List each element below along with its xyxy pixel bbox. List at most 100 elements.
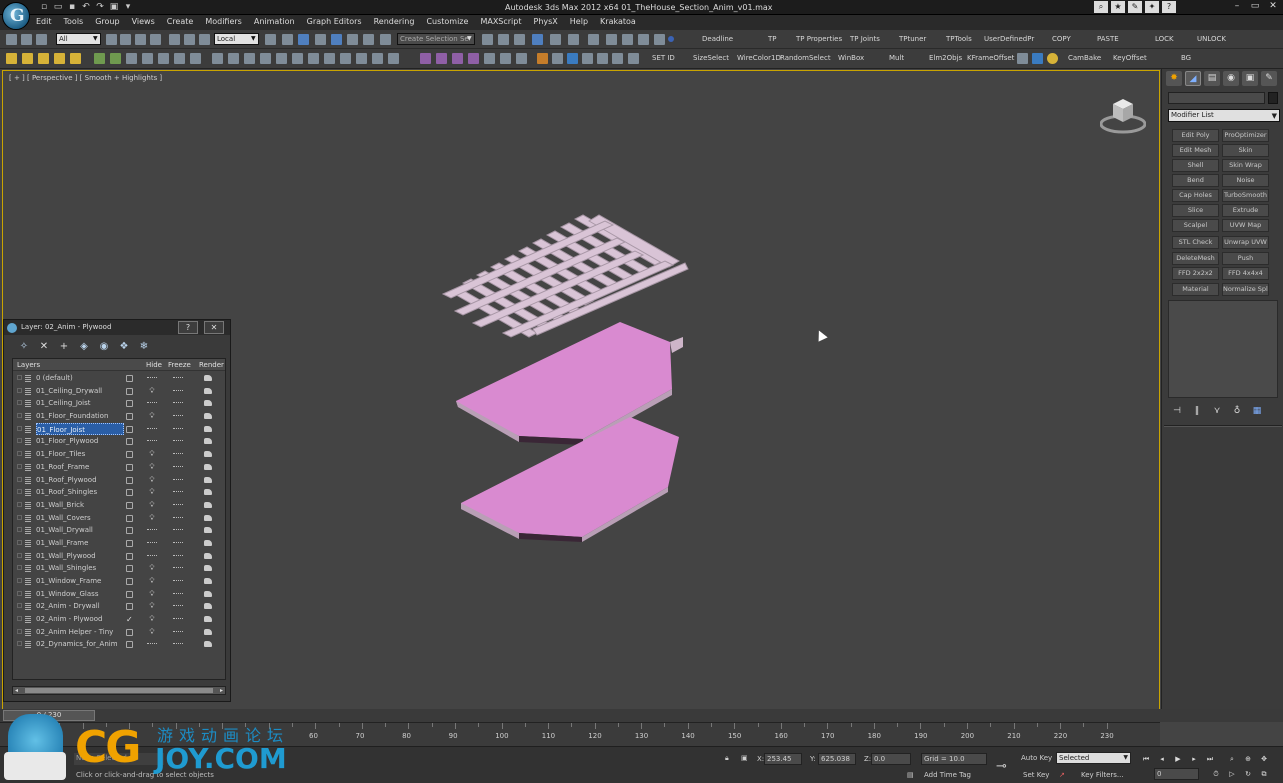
freeze-toggle-icon[interactable] bbox=[173, 503, 183, 506]
layer-row[interactable]: 02_Anim - Drywall 💡︎ bbox=[13, 600, 225, 613]
freeze-toggle-icon[interactable] bbox=[173, 618, 183, 620]
expand-toggle-icon[interactable] bbox=[17, 527, 22, 533]
render-setup-icon[interactable] bbox=[606, 34, 617, 45]
render-teapot-icon[interactable] bbox=[204, 603, 212, 610]
time-config-icon[interactable]: ⏱ bbox=[1210, 769, 1222, 780]
modifier-button[interactable]: Normalize Spl. bbox=[1222, 283, 1269, 296]
undo-icon[interactable]: ↶ bbox=[80, 2, 92, 13]
layer-dialog-titlebar[interactable]: Layer: 02_Anim - Plywood ? ✕ bbox=[4, 320, 230, 335]
select-highlighted-icon[interactable]: ◈ bbox=[76, 341, 92, 353]
current-layer-toggle[interactable] bbox=[126, 375, 133, 382]
align-tool-icon-1[interactable] bbox=[212, 53, 223, 64]
layer-name[interactable]: 02_Anim - Drywall bbox=[36, 600, 104, 612]
help-icon[interactable]: ? bbox=[1162, 1, 1176, 13]
tool-icon-6[interactable] bbox=[612, 53, 623, 64]
render-teapot-icon[interactable] bbox=[204, 578, 212, 584]
modifier-button[interactable]: Noise bbox=[1222, 174, 1269, 187]
render-icon[interactable] bbox=[638, 34, 649, 45]
layer-row[interactable]: 01_Wall_Frame bbox=[13, 537, 225, 550]
tool-icon-5[interactable] bbox=[597, 53, 608, 64]
layer-tool-icon-7[interactable] bbox=[190, 53, 201, 64]
help-button[interactable]: ? bbox=[178, 321, 198, 334]
cambake-button[interactable]: CamBake bbox=[1068, 54, 1101, 62]
expand-toggle-icon[interactable] bbox=[17, 489, 22, 495]
visible-dash-icon[interactable] bbox=[147, 529, 157, 531]
align-tool-icon-12[interactable] bbox=[388, 53, 399, 64]
modifier-button[interactable]: Cap Holes bbox=[1172, 189, 1219, 202]
visible-dash-icon[interactable] bbox=[147, 643, 157, 645]
current-layer-toggle[interactable] bbox=[126, 438, 133, 446]
star-icon[interactable]: ★ bbox=[1111, 1, 1125, 13]
modifier-list-dropdown[interactable]: Modifier List ▼ bbox=[1168, 109, 1280, 122]
current-layer-toggle[interactable] bbox=[126, 514, 133, 522]
render-teapot-icon[interactable] bbox=[204, 616, 212, 623]
modifier-button[interactable]: UVW Map bbox=[1222, 219, 1269, 232]
tp-button[interactable]: TP bbox=[768, 35, 777, 43]
edit-named-selection-icon[interactable] bbox=[380, 34, 391, 45]
layer-name[interactable]: 01_Window_Glass bbox=[36, 588, 102, 600]
script-icon-2[interactable] bbox=[22, 53, 33, 64]
layer-name[interactable]: 01_Floor_Foundation bbox=[36, 410, 112, 422]
hidden-bulb-icon[interactable]: 💡︎ bbox=[148, 577, 156, 585]
render-teapot-icon[interactable] bbox=[204, 438, 212, 445]
render-teapot-icon[interactable] bbox=[204, 565, 212, 572]
app-logo-icon[interactable]: G bbox=[2, 2, 30, 30]
layer-tool-icon-1[interactable] bbox=[94, 53, 105, 64]
winbox-button[interactable]: WinBox bbox=[838, 54, 864, 62]
freeze-toggle-icon[interactable] bbox=[173, 478, 183, 481]
dropdown-arrow-icon[interactable]: ▾ bbox=[122, 2, 134, 13]
layer-row[interactable]: 01_Wall_Covers 💡︎ bbox=[13, 512, 225, 525]
layer-row[interactable]: 02_Anim - Plywood ✓ 💡︎ bbox=[13, 613, 225, 626]
horizontal-scrollbar[interactable]: ◂ ▸ bbox=[12, 686, 226, 695]
current-layer-toggle[interactable] bbox=[126, 501, 133, 509]
next-frame-icon[interactable]: ▸ bbox=[1188, 754, 1200, 765]
show-end-result-icon[interactable]: ‖ bbox=[1190, 405, 1204, 417]
copy-button[interactable]: COPY bbox=[1052, 35, 1071, 43]
selection-lock-icon[interactable]: 🔒︎ bbox=[725, 754, 729, 763]
modifier-button[interactable]: TurboSmooth bbox=[1222, 189, 1269, 202]
layer-row[interactable]: 02_Dynamics_for_Anim bbox=[13, 638, 225, 651]
layer-row[interactable]: 01_Wall_Brick 💡︎ bbox=[13, 499, 225, 512]
hierarchy-tab-icon[interactable]: ▤ bbox=[1204, 71, 1220, 86]
rendered-frame-icon[interactable] bbox=[622, 34, 633, 45]
modifier-button[interactable]: DeleteMesh bbox=[1172, 252, 1219, 265]
modify-tab-icon[interactable]: ◢ bbox=[1185, 71, 1201, 86]
layer-name[interactable]: 0 (default) bbox=[36, 372, 77, 384]
column-header-layers[interactable]: Layers bbox=[17, 361, 40, 369]
layer-row[interactable]: 01_Roof_Shingles 💡︎ bbox=[13, 486, 225, 499]
modifier-button[interactable]: FFD 2x2x2 bbox=[1172, 267, 1219, 280]
current-layer-toggle[interactable] bbox=[126, 641, 133, 649]
freeze-toggle-icon[interactable] bbox=[173, 415, 183, 417]
layer-row[interactable]: 01_Floor_Foundation 💡︎ bbox=[13, 410, 225, 423]
current-layer-toggle[interactable] bbox=[126, 400, 133, 408]
tool-icon-4[interactable] bbox=[582, 53, 593, 64]
render-teapot-icon[interactable] bbox=[204, 400, 212, 407]
spinner-snap-icon[interactable] bbox=[363, 34, 374, 45]
field-of-view-icon[interactable]: ▷ bbox=[1226, 769, 1238, 780]
particle-icon-3[interactable] bbox=[452, 53, 463, 64]
layer-row[interactable]: 01_Ceiling_Drywall 💡︎ bbox=[13, 385, 225, 398]
select-manipulate-icon[interactable] bbox=[282, 34, 293, 45]
particle-icon-1[interactable] bbox=[420, 53, 431, 64]
script-icon-1[interactable] bbox=[6, 53, 17, 64]
remove-modifier-icon[interactable]: ♁ bbox=[1230, 405, 1244, 417]
layer-manager-icon[interactable] bbox=[514, 34, 525, 45]
visible-dash-icon[interactable] bbox=[147, 541, 157, 544]
current-layer-toggle[interactable] bbox=[126, 463, 133, 471]
modifier-button[interactable]: STL Check bbox=[1172, 236, 1219, 249]
set-key-button[interactable]: Set Key bbox=[1023, 771, 1049, 779]
motion-tab-icon[interactable]: ◉ bbox=[1223, 71, 1239, 86]
rotate-icon[interactable] bbox=[184, 34, 195, 45]
layer-row[interactable]: 01_Roof_Frame 💡︎ bbox=[13, 461, 225, 474]
visible-dash-icon[interactable] bbox=[147, 440, 157, 442]
align-tool-icon-6[interactable] bbox=[292, 53, 303, 64]
layer-name[interactable]: 01_Floor_Plywood bbox=[36, 435, 102, 447]
keyoffset-button[interactable]: KeyOffset bbox=[1113, 54, 1147, 62]
hidden-bulb-icon[interactable]: 💡︎ bbox=[148, 564, 156, 572]
pivot-center-icon[interactable] bbox=[265, 34, 276, 45]
search-icon[interactable]: ⌕ bbox=[1094, 1, 1108, 13]
layer-tool-icon-3[interactable] bbox=[126, 53, 137, 64]
modifier-button[interactable]: Slice bbox=[1172, 204, 1219, 217]
particle-icon-7[interactable] bbox=[516, 53, 527, 64]
menu-maxscript[interactable]: MAXScript bbox=[474, 15, 527, 29]
